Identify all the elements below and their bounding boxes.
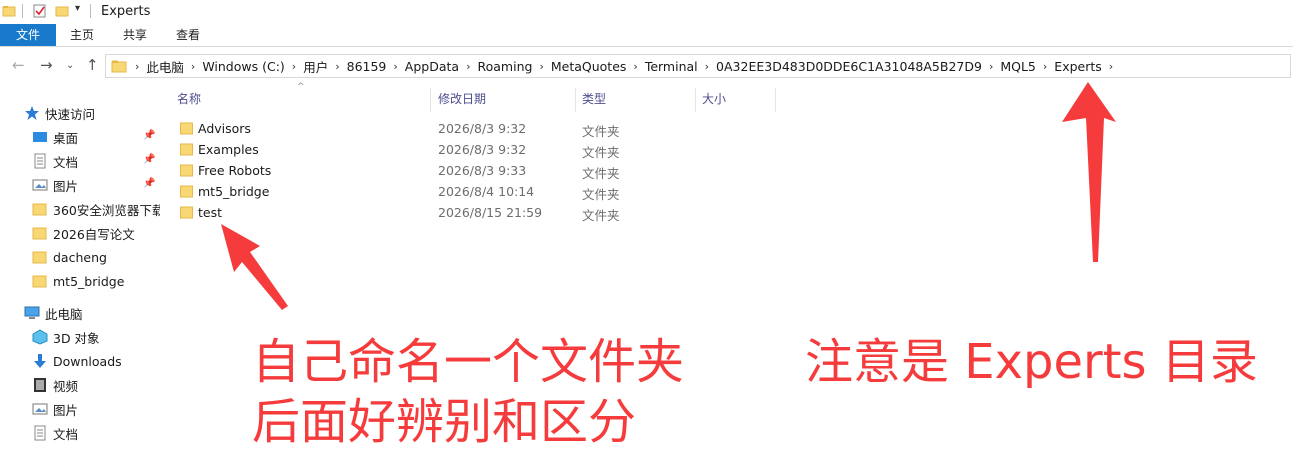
annotation-text: 自己命名一个文件夹: [252, 334, 685, 390]
annotation-arrow: [1062, 82, 1116, 262]
annotation-text: 注意是 Experts 目录: [805, 334, 1258, 390]
annotation-text: 后面好辨别和区分: [252, 394, 637, 450]
annotation-arrow: [221, 224, 288, 310]
